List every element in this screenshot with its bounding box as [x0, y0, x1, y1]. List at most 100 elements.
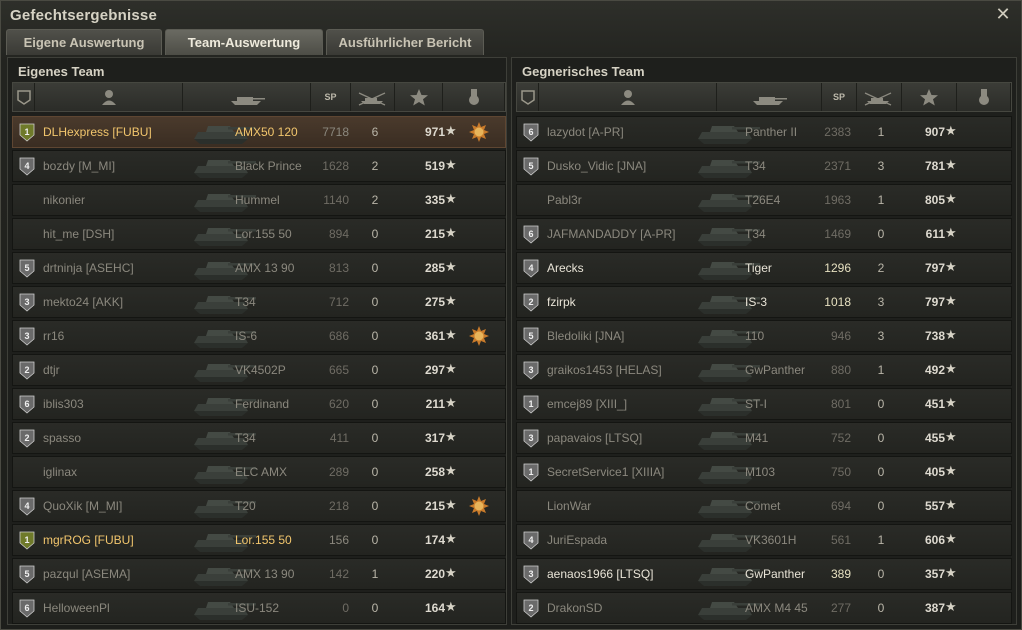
player-name[interactable]: rr16 [43, 329, 64, 343]
player-row[interactable]: 6 iblis303 Ferdinand 620 0 211 ★ [12, 388, 506, 420]
player-name[interactable]: SecretService1 [XIIIA] [547, 465, 664, 479]
player-name[interactable]: mekto24 [AKK] [43, 295, 123, 309]
points-col-header[interactable] [902, 83, 957, 111]
medal-icon[interactable] [468, 495, 490, 517]
player-name[interactable]: bozdy [M_MI] [43, 159, 115, 173]
player-row[interactable]: 5 Bledoliki [JNA] 110 946 3 738 ★ [516, 320, 1012, 352]
player-row[interactable]: 3 aenaos1966 [LTSQ] GwPanther 389 0 357 ★ [516, 558, 1012, 590]
player-row[interactable]: iglinax ELC AMX 289 0 258 ★ [12, 456, 506, 488]
player-name[interactable]: DLHexpress [FUBU] [43, 125, 152, 139]
player-col-header[interactable] [35, 83, 183, 111]
experience-value: 289 [328, 465, 349, 479]
player-row[interactable]: 4 JuriEspada VK3601H 561 1 606 ★ [516, 524, 1012, 556]
kills-value: 1 [877, 533, 885, 547]
player-row[interactable]: 5 pazqul [ASEMA] AMX 13 90 142 1 220 ★ [12, 558, 506, 590]
player-row[interactable]: Pabl3r T26E4 1963 1 805 ★ [516, 184, 1012, 216]
platoon-badge-icon: 6 [523, 123, 539, 142]
tank-name: Lor.155 50 [235, 533, 292, 547]
player-name[interactable]: Dusko_Vidic [JNA] [547, 159, 646, 173]
svg-text:4: 4 [528, 535, 533, 545]
star-icon: ★ [945, 395, 957, 410]
kills-value: 2 [877, 261, 885, 275]
player-name[interactable]: pazqul [ASEMA] [43, 567, 130, 581]
player-row[interactable]: 1 mgrROG [FUBU] Lor.155 50 156 0 174 ★ [12, 524, 506, 556]
player-name[interactable]: aenaos1966 [LTSQ] [547, 567, 654, 581]
player-row[interactable]: 3 graikos1453 [HELAS] GwPanther 880 1 492 ★ [516, 354, 1012, 386]
badge-col-header[interactable] [517, 83, 539, 111]
player-name[interactable]: nikonier [43, 193, 85, 207]
tab-detailed-report[interactable]: Ausführlicher Bericht [326, 29, 484, 55]
medal-icon[interactable] [468, 325, 490, 347]
player-name[interactable]: graikos1453 [HELAS] [547, 363, 662, 377]
exp-col-header[interactable]: SP [822, 83, 857, 111]
medal-col-header[interactable] [443, 83, 505, 111]
player-name[interactable]: Bledoliki [JNA] [547, 329, 624, 343]
player-name[interactable]: HelloweenPl [43, 601, 110, 615]
player-row[interactable]: 1 SecretService1 [XIIIA] M103 750 0 405 ★ [516, 456, 1012, 488]
player-row[interactable]: 4 Arecks Tiger 1296 2 797 ★ [516, 252, 1012, 284]
tab-team-results[interactable]: Team-Auswertung [165, 29, 323, 55]
star-icon: ★ [945, 157, 957, 172]
player-name[interactable]: hit_me [DSH] [43, 227, 114, 241]
exp-col-header[interactable]: SP [311, 83, 351, 111]
player-row[interactable]: 5 Dusko_Vidic [JNA] T34 2371 3 781 ★ [516, 150, 1012, 182]
player-row[interactable]: nikonier Hummel 1140 2 335 ★ [12, 184, 506, 216]
player-name[interactable]: emcej89 [XIII_] [547, 397, 627, 411]
kills-col-header[interactable] [351, 83, 395, 111]
player-name[interactable]: LionWar [547, 499, 591, 513]
player-row[interactable]: 1 emcej89 [XIII_] ST-I 801 0 451 ★ [516, 388, 1012, 420]
player-name[interactable]: QuoXik [M_MI] [43, 499, 122, 513]
player-row[interactable]: 2 DrakonSD AMX M4 45 277 0 387 ★ [516, 592, 1012, 624]
kills-col-header[interactable] [857, 83, 902, 111]
svg-text:3: 3 [528, 433, 533, 443]
tank-name: VK3601H [745, 533, 797, 547]
medal-icon[interactable] [468, 121, 490, 143]
player-row[interactable]: 3 mekto24 [AKK] T34 712 0 275 ★ [12, 286, 506, 318]
close-icon[interactable]: ✕ [993, 4, 1013, 24]
points-value: 781 [924, 159, 945, 173]
player-name[interactable]: JuriEspada [547, 533, 607, 547]
player-name[interactable]: iblis303 [43, 397, 84, 411]
player-row[interactable]: 4 bozdy [M_MI] Black Prince 1628 2 519 ★ [12, 150, 506, 182]
experience-value: 1469 [824, 227, 851, 241]
player-name[interactable]: mgrROG [FUBU] [43, 533, 134, 547]
player-name[interactable]: fzirpk [547, 295, 576, 309]
player-row[interactable]: 5 drtninja [ASEHC] AMX 13 90 813 0 285 ★ [12, 252, 506, 284]
tank-col-header[interactable] [717, 83, 822, 111]
player-name[interactable]: papavaios [LTSQ] [547, 431, 642, 445]
player-row[interactable]: 3 rr16 IS-6 686 0 361 ★ [12, 320, 506, 352]
star-icon: ★ [945, 225, 957, 240]
points-col-header[interactable] [395, 83, 443, 111]
player-row[interactable]: 3 papavaios [LTSQ] M41 752 0 455 ★ [516, 422, 1012, 454]
player-name[interactable]: dtjr [43, 363, 60, 377]
player-row[interactable]: 2 fzirpk IS-3 1018 3 797 ★ [516, 286, 1012, 318]
player-row[interactable]: 1 DLHexpress [FUBU] AMX50 120 7718 6 971 ★ [12, 116, 506, 148]
player-name[interactable]: drtninja [ASEHC] [43, 261, 134, 275]
tank-name: Tiger [745, 261, 772, 275]
player-name[interactable]: lazydot [A-PR] [547, 125, 624, 139]
player-row[interactable]: 6 lazydot [A-PR] Panther II 2383 1 907 ★ [516, 116, 1012, 148]
player-row[interactable]: LionWar Comet 694 0 557 ★ [516, 490, 1012, 522]
player-row[interactable]: 4 QuoXik [M_MI] T20 218 0 215 ★ [12, 490, 506, 522]
player-row[interactable]: 2 spasso T34 411 0 317 ★ [12, 422, 506, 454]
player-col-header[interactable] [539, 83, 717, 111]
player-row[interactable]: 6 HelloweenPl ISU-152 0 0 164 ★ [12, 592, 506, 624]
player-name[interactable]: JAFMANDADDY [A-PR] [547, 227, 675, 241]
star-icon: ★ [945, 429, 957, 444]
tab-personal-results[interactable]: Eigene Auswertung [6, 29, 162, 55]
player-name[interactable]: iglinax [43, 465, 77, 479]
player-name[interactable]: DrakonSD [547, 601, 602, 615]
player-name[interactable]: Pabl3r [547, 193, 582, 207]
experience-value: 946 [830, 329, 851, 343]
player-row[interactable]: 2 dtjr VK4502P 665 0 297 ★ [12, 354, 506, 386]
player-row[interactable]: 6 JAFMANDADDY [A-PR] T34 1469 0 611 ★ [516, 218, 1012, 250]
platoon-badge-icon: 3 [523, 361, 539, 380]
experience-value: 752 [830, 431, 851, 445]
player-name[interactable]: Arecks [547, 261, 584, 275]
player-row[interactable]: hit_me [DSH] Lor.155 50 894 0 215 ★ [12, 218, 506, 250]
medal-col-header[interactable] [957, 83, 1011, 111]
tank-col-header[interactable] [183, 83, 311, 111]
badge-col-header[interactable] [13, 83, 35, 111]
player-name[interactable]: spasso [43, 431, 81, 445]
kills-value: 0 [371, 261, 379, 275]
